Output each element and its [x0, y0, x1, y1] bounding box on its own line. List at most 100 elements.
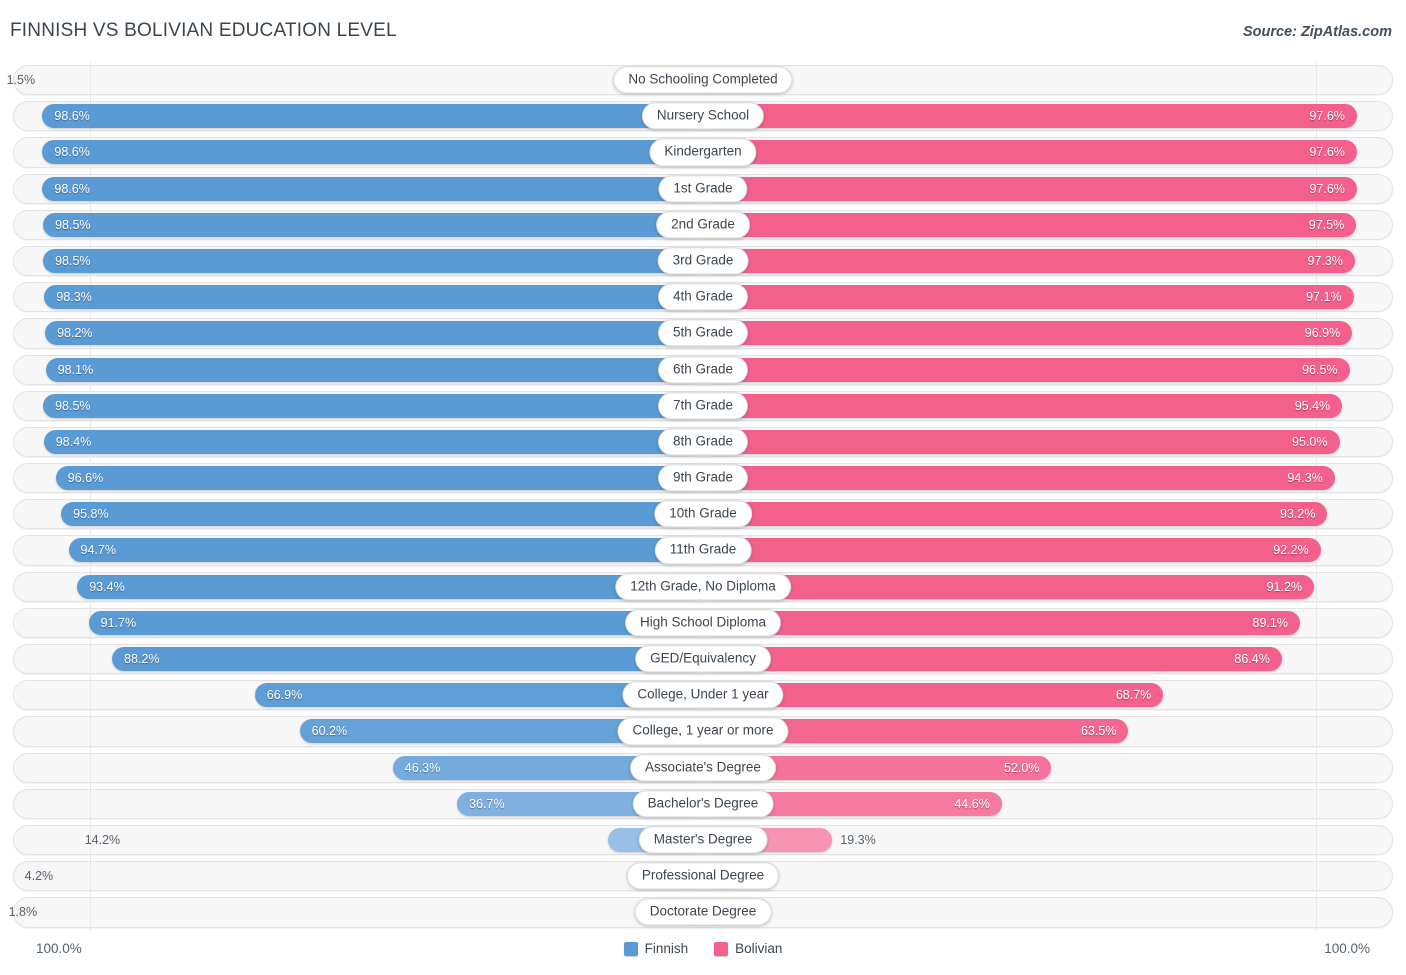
chart-footer: 100.0% Finnish Bolivian 100.0%: [0, 937, 1406, 975]
category-label[interactable]: Associate's Degree: [630, 753, 776, 782]
chart-legend: Finnish Bolivian: [0, 941, 1406, 956]
bolivian-value: 96.5%: [1302, 362, 1338, 377]
category-label[interactable]: 7th Grade: [657, 392, 749, 420]
finnish-bar[interactable]: 93.4%: [77, 574, 703, 599]
category-label[interactable]: Master's Degree: [638, 826, 768, 854]
category-label[interactable]: College, Under 1 year: [622, 681, 784, 709]
row-bars: 60.2% 63.5% College, 1 year or more: [33, 717, 1373, 745]
finnish-value: 98.2%: [57, 326, 93, 341]
finnish-bar[interactable]: 98.4%: [43, 429, 703, 454]
finnish-bar[interactable]: 88.2%: [112, 647, 703, 671]
bolivian-half: 97.5%: [703, 212, 1373, 237]
category-label[interactable]: Nursery School: [641, 102, 765, 130]
bolivian-value: 89.1%: [1252, 615, 1288, 630]
finnish-half: 60.2%: [33, 719, 703, 744]
bolivian-bar[interactable]: 96.5%: [703, 357, 1350, 382]
category-label[interactable]: High School Diploma: [624, 609, 782, 637]
chart-row: 14.2% 19.3% Master's Degree: [0, 821, 1406, 859]
category-label[interactable]: Professional Degree: [626, 862, 780, 890]
category-label[interactable]: Bachelor's Degree: [632, 790, 774, 818]
chart-row: 98.6% 97.6% Kindergarten: [0, 134, 1406, 171]
bolivian-half: 93.2%: [703, 502, 1373, 527]
bolivian-bar[interactable]: 91.2%: [703, 574, 1315, 599]
category-label[interactable]: 8th Grade: [657, 428, 749, 456]
page-title: FINNISH VS BOLIVIAN EDUCATION LEVEL: [10, 20, 397, 41]
chart-row: 1.5% 2.4%No Schooling Completed: [0, 62, 1406, 99]
finnish-half: 91.7%: [33, 610, 703, 635]
category-label[interactable]: 5th Grade: [657, 319, 749, 347]
legend-item[interactable]: Bolivian: [714, 941, 782, 956]
finnish-value: 95.8%: [73, 507, 109, 521]
finnish-bar[interactable]: 94.7%: [68, 538, 703, 563]
category-label[interactable]: 12th Grade, No Diploma: [615, 573, 791, 601]
bolivian-half: 97.6%: [703, 104, 1373, 129]
finnish-value: 46.3%: [404, 760, 441, 775]
row-bars: 93.4% 91.2% 12th Grade, No Diploma: [33, 573, 1373, 601]
bolivian-value: 95.4%: [1294, 398, 1331, 413]
category-label[interactable]: 2nd Grade: [656, 211, 750, 239]
category-label[interactable]: No Schooling Completed: [613, 66, 793, 94]
bolivian-bar[interactable]: 95.4%: [703, 393, 1343, 418]
finnish-half: 1.8%: [9, 900, 703, 925]
finnish-bar[interactable]: 98.6%: [42, 176, 703, 201]
legend-item[interactable]: Finnish: [623, 941, 689, 956]
finnish-bar[interactable]: 98.5%: [43, 212, 703, 237]
bolivian-bar[interactable]: 95.0%: [703, 429, 1340, 454]
finnish-bar[interactable]: 96.6%: [55, 466, 703, 491]
bolivian-bar[interactable]: 94.3%: [703, 466, 1335, 491]
finnish-bar[interactable]: 98.6%: [42, 140, 703, 165]
chart-row: 98.1% 96.5% 6th Grade: [0, 351, 1406, 388]
diverging-bar-chart: 1.5%2.4%No Schooling Completed98.6%97.6%…: [0, 62, 1406, 937]
chart-row: 93.4% 91.2% 12th Grade, No Diploma: [0, 568, 1406, 605]
finnish-half: 95.8%: [33, 502, 703, 527]
finnish-value: 98.5%: [55, 217, 91, 232]
category-label[interactable]: 3rd Grade: [657, 247, 749, 275]
chart-row: 98.6% 97.6% 1st Grade: [0, 170, 1406, 207]
category-label[interactable]: 11th Grade: [654, 536, 752, 565]
finnish-half: 46.3%: [33, 755, 703, 780]
bolivian-bar[interactable]: 86.4%: [703, 647, 1282, 671]
bolivian-half: 2.4%: [703, 68, 1373, 92]
legend-label: Finnish: [644, 941, 689, 956]
bolivian-bar[interactable]: 97.6%: [703, 104, 1357, 129]
row-bars: 46.3% 52.0% Associate's Degree: [33, 753, 1373, 782]
bolivian-bar[interactable]: 93.2%: [703, 502, 1328, 527]
bolivian-bar[interactable]: 97.1%: [703, 285, 1354, 310]
row-bars: 94.7% 92.2% 11th Grade: [33, 536, 1373, 565]
category-label[interactable]: Kindergarten: [649, 138, 757, 166]
bolivian-value: 94.3%: [1287, 470, 1323, 485]
category-label[interactable]: Doctorate Degree: [634, 898, 772, 926]
finnish-value: 1.5%: [6, 72, 36, 87]
finnish-bar[interactable]: 98.5%: [43, 393, 703, 418]
finnish-half: 98.4%: [33, 429, 703, 454]
bolivian-value: 97.5%: [1308, 217, 1345, 232]
category-label[interactable]: 4th Grade: [657, 283, 749, 311]
finnish-value: 66.9%: [266, 687, 303, 702]
row-bars: 96.6% 94.3% 9th Grade: [33, 464, 1373, 492]
row-bars: 36.7% 44.6% Bachelor's Degree: [33, 790, 1373, 818]
category-label[interactable]: GED/Equivalency: [635, 645, 771, 673]
category-label[interactable]: 10th Grade: [654, 500, 752, 528]
finnish-bar[interactable]: 91.7%: [88, 610, 703, 635]
finnish-bar[interactable]: 98.5%: [43, 248, 703, 273]
bolivian-bar[interactable]: 96.9%: [703, 321, 1353, 346]
finnish-bar[interactable]: 98.1%: [45, 357, 703, 382]
category-label[interactable]: 1st Grade: [658, 174, 748, 203]
category-label[interactable]: College, 1 year or more: [617, 717, 789, 745]
bolivian-bar[interactable]: 89.1%: [703, 610, 1300, 635]
finnish-bar[interactable]: 98.6%: [42, 104, 703, 129]
finnish-bar[interactable]: 98.2%: [45, 321, 703, 346]
finnish-bar[interactable]: 95.8%: [61, 502, 703, 527]
category-label[interactable]: 6th Grade: [657, 355, 749, 384]
row-bars: 95.8% 93.2% 10th Grade: [33, 500, 1373, 528]
bolivian-bar[interactable]: 97.6%: [703, 140, 1357, 165]
bolivian-bar[interactable]: 97.5%: [703, 212, 1357, 237]
bolivian-bar[interactable]: 97.3%: [703, 248, 1355, 273]
chart-row: 4.2% 5.6%Professional Degree: [0, 858, 1406, 895]
finnish-bar[interactable]: 98.3%: [44, 285, 703, 310]
bolivian-bar[interactable]: 97.6%: [703, 176, 1357, 201]
bolivian-bar[interactable]: 92.2%: [703, 538, 1321, 563]
chart-row: 60.2% 63.5% College, 1 year or more: [0, 713, 1406, 750]
bolivian-half: 97.6%: [703, 176, 1373, 201]
category-label[interactable]: 9th Grade: [657, 464, 749, 492]
